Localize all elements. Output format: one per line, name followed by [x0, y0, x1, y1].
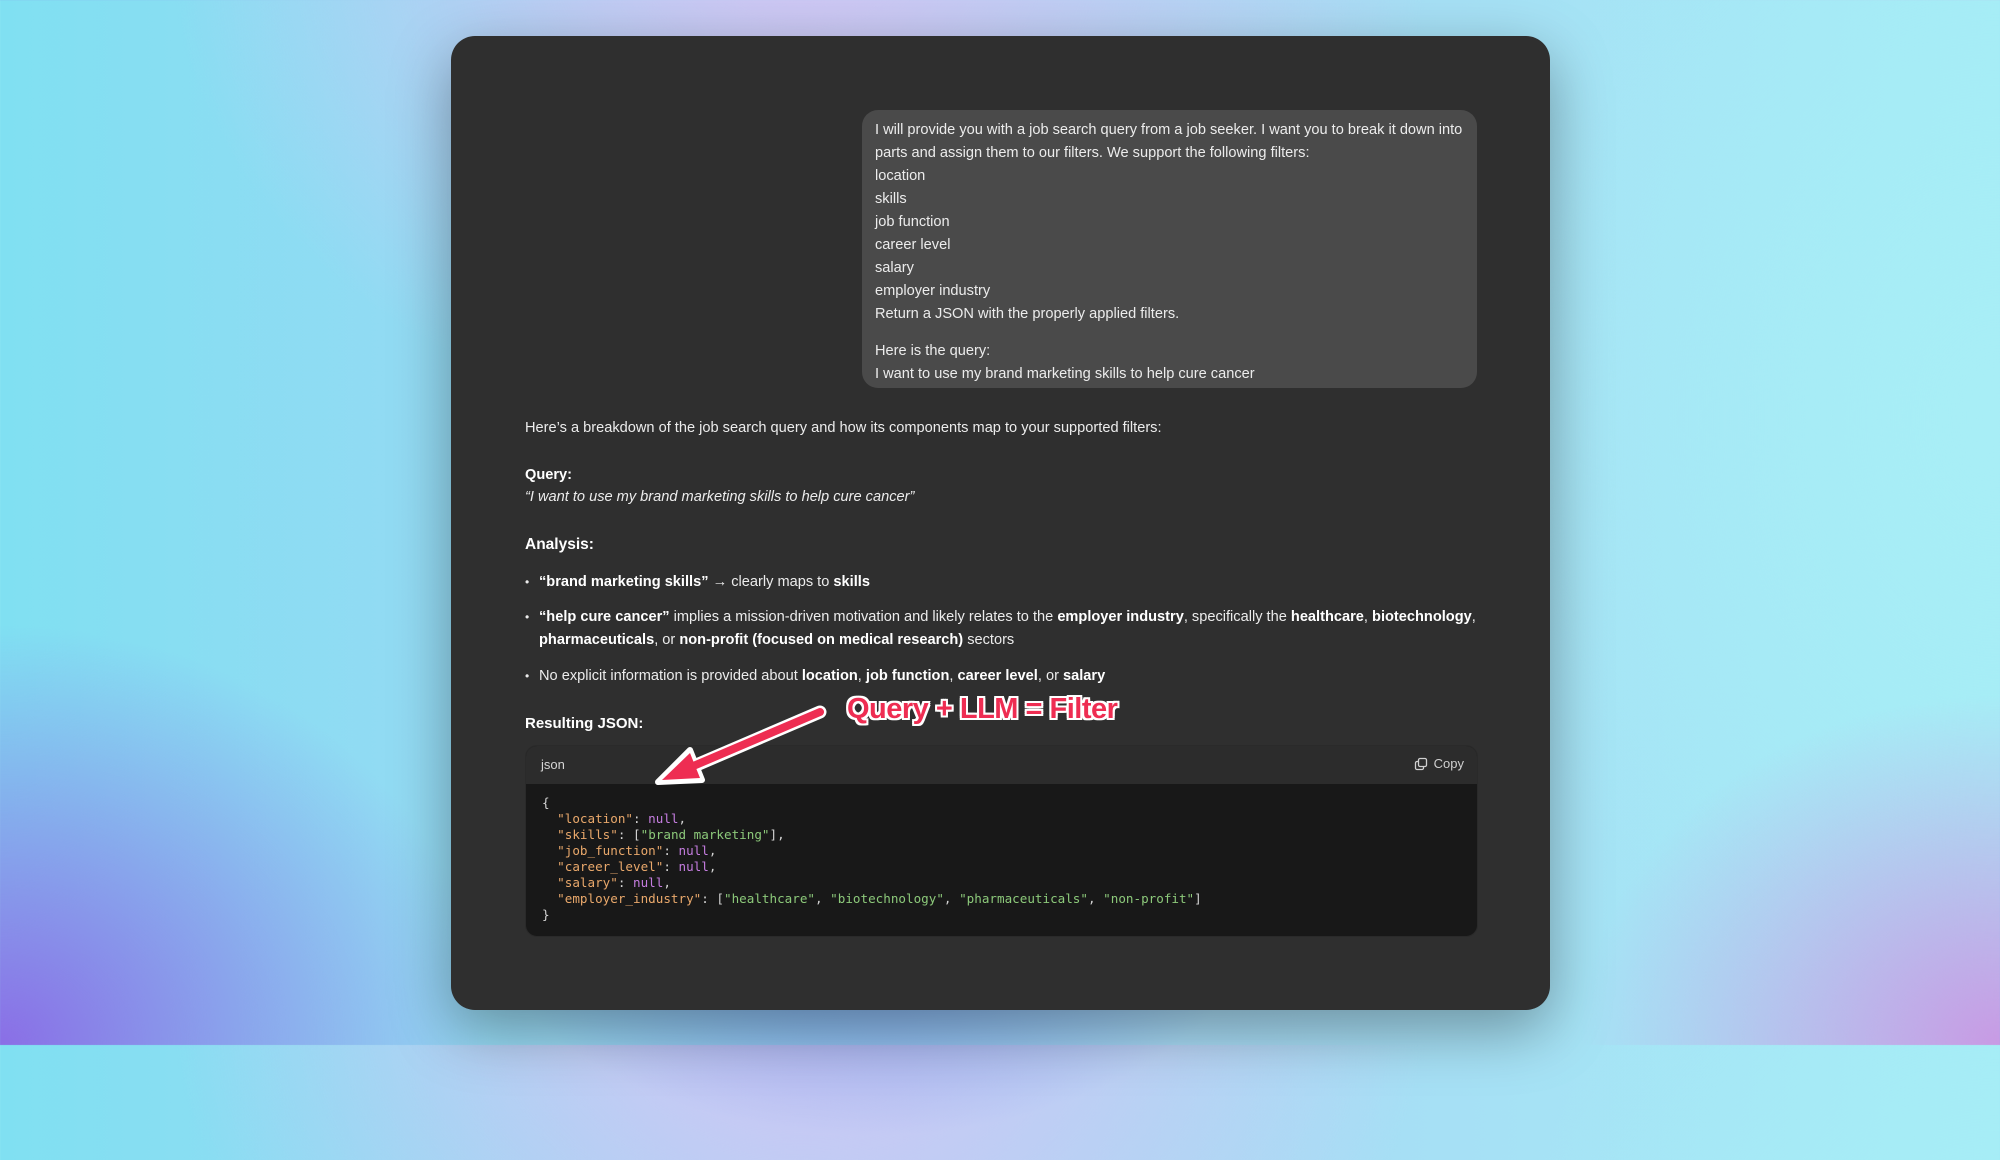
- json-key: "skills": [557, 827, 618, 842]
- json-punct: ,: [1087, 891, 1104, 906]
- json-key: "job_function": [557, 843, 664, 858]
- bold-text: career level: [957, 668, 1038, 684]
- bold-text: healthcare: [1290, 609, 1364, 625]
- close-brace: }: [542, 907, 550, 922]
- user-message-bubble: I will provide you with a job search que…: [862, 110, 1477, 388]
- text: , or: [1037, 668, 1063, 684]
- user-message-line: salary: [875, 260, 914, 276]
- user-message-line: location: [875, 168, 926, 184]
- json-value: ["brand marketing"]: [633, 827, 777, 842]
- json-trail: ,: [663, 875, 671, 890]
- user-message-line: I will provide you with a job search que…: [875, 122, 1463, 138]
- json-string: "healthcare": [724, 891, 815, 906]
- json-punct: ,: [943, 891, 960, 906]
- text: sectors: [963, 632, 1015, 648]
- bold-text: non-profit (focused on medical research): [679, 632, 964, 648]
- bold-text: “brand marketing skills”: [539, 574, 709, 590]
- text: No explicit information is provided abou…: [539, 668, 802, 684]
- json-trail: ,: [708, 843, 717, 858]
- analysis-bullet-1: “brand marketing skills” → clearly maps …: [525, 571, 1480, 594]
- json-heading: Resulting JSON:: [525, 715, 644, 732]
- query-heading: Query:: [525, 467, 573, 483]
- user-message-line: job function: [875, 214, 950, 230]
- query-quote: “I want to use my brand marketing skills…: [525, 489, 915, 505]
- json-punct: [: [716, 891, 724, 906]
- bold-text: employer industry: [1057, 609, 1184, 625]
- code-language-label: json: [541, 757, 565, 772]
- json-string: "pharmaceuticals": [959, 891, 1088, 906]
- user-message-line: employer industry: [875, 283, 991, 299]
- json-value: null: [678, 843, 709, 858]
- code-line: "salary": null,: [557, 875, 671, 890]
- user-message-line: skills: [875, 191, 907, 207]
- analysis-heading: Analysis:: [525, 536, 594, 553]
- analysis-bullet-2: “help cure cancer” implies a mission-dri…: [525, 606, 1480, 652]
- code-line: "career_level": null,: [557, 859, 717, 874]
- bold-text: salary: [1062, 668, 1106, 684]
- text: → clearly maps to: [708, 574, 834, 590]
- user-message-line: parts and assign them to our filters. We…: [875, 145, 1310, 161]
- json-value: null: [648, 811, 679, 826]
- json-value: null: [633, 875, 664, 890]
- text: ,: [1471, 609, 1476, 625]
- response-intro: Here’s a breakdown of the job search que…: [525, 420, 1162, 436]
- json-trail: ,: [708, 859, 717, 874]
- json-punct: ]: [1194, 891, 1202, 906]
- copy-icon: [1414, 757, 1427, 770]
- text: ,: [1363, 609, 1373, 625]
- code-line: "skills": ["brand marketing"],: [557, 827, 785, 842]
- json-value: null: [678, 859, 709, 874]
- json-trail: ,: [678, 811, 687, 826]
- copy-button[interactable]: Copy: [1414, 756, 1464, 771]
- code-line: "employer_industry": ["healthcare", "bio…: [557, 891, 1202, 906]
- bold-text: pharmaceuticals: [539, 632, 655, 648]
- text: ,: [949, 668, 958, 684]
- open-brace: {: [542, 795, 550, 810]
- query-intro: Here is the query:: [875, 343, 991, 359]
- copy-label: Copy: [1433, 756, 1464, 771]
- user-message-line: career level: [875, 237, 951, 253]
- json-key: "career_level": [557, 859, 664, 874]
- json-string: "biotechnology": [830, 891, 944, 906]
- bold-text: “help cure cancer”: [539, 609, 670, 625]
- text: ,: [857, 668, 866, 684]
- annotation-arrow: [655, 705, 827, 785]
- json-key: "salary": [557, 875, 618, 890]
- code-line: "location": null,: [557, 811, 687, 826]
- text: , or: [654, 632, 680, 648]
- json-key: "location": [557, 811, 633, 826]
- json-string: "brand marketing": [640, 827, 770, 842]
- user-message-line: Return a JSON with the properly applied …: [875, 306, 1180, 322]
- json-trail: ,: [777, 827, 785, 842]
- json-punct: ,: [815, 891, 831, 906]
- json-string: "non-profit": [1103, 891, 1195, 906]
- json-punct: [: [633, 827, 641, 842]
- text: implies a mission-driven motivation and …: [669, 609, 1058, 625]
- code-body: { "location": null, "skills": ["brand ma…: [526, 784, 1477, 934]
- analysis-bullet-3: No explicit information is provided abou…: [525, 665, 1480, 688]
- text: , specifically the: [1183, 609, 1291, 625]
- json-value: ["healthcare", "biotechnology", "pharmac…: [716, 891, 1201, 906]
- bold-text: location: [801, 668, 858, 684]
- query-text: I want to use my brand marketing skills …: [875, 366, 1255, 382]
- bold-text: job function: [865, 668, 950, 684]
- bold-text: skills: [833, 574, 870, 590]
- json-punct: ]: [769, 827, 778, 842]
- json-key: "employer_industry": [557, 891, 702, 906]
- annotation-text: Query + LLM = Filter: [847, 693, 1118, 725]
- bold-text: biotechnology: [1372, 609, 1472, 625]
- code-line: "job_function": null,: [557, 843, 717, 858]
